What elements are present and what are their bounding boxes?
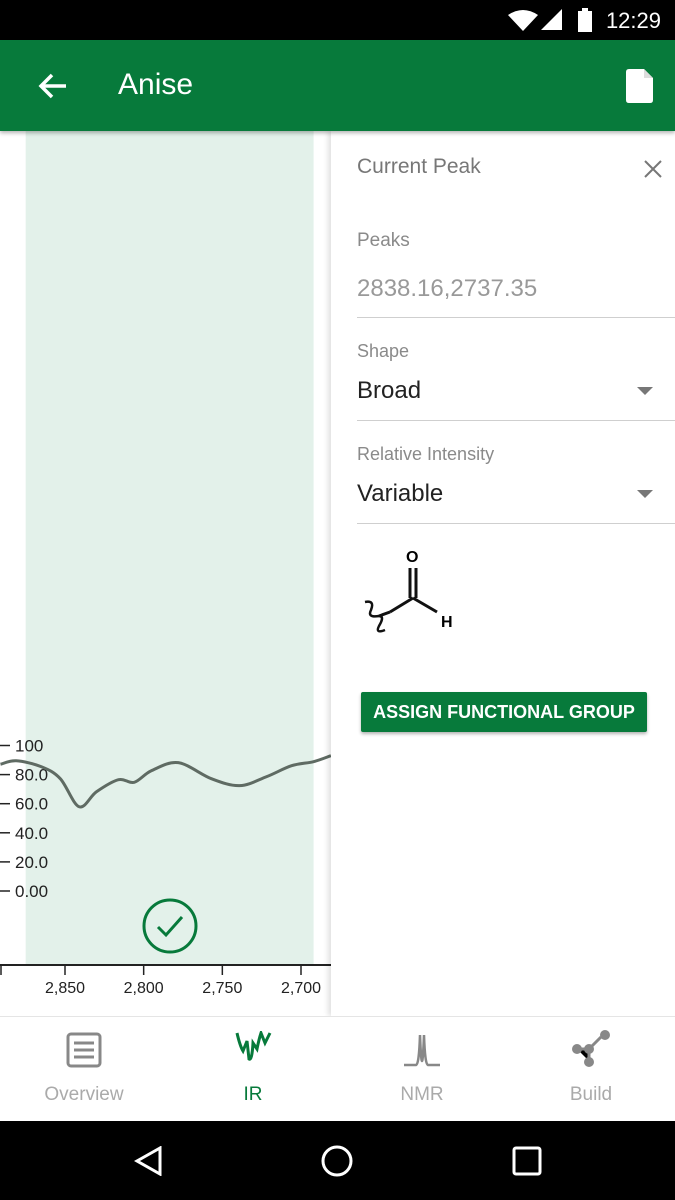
back-triangle-icon[interactable]: [134, 1146, 164, 1176]
clock: 12:29: [605, 8, 661, 33]
tab-build[interactable]: Build: [507, 1017, 675, 1122]
divider: [357, 317, 675, 318]
panel-header: Current Peak: [357, 155, 481, 178]
arrow-left-icon[interactable]: [38, 71, 68, 101]
document-icon[interactable]: [626, 69, 654, 103]
x-tick-label: 2,700: [281, 980, 321, 997]
highlight-region: [25, 131, 314, 965]
x-tick-label: 2,800: [124, 980, 164, 997]
page-title: Anise: [118, 68, 194, 101]
chevron-down-icon: [637, 490, 653, 498]
aldehyde-structure: O H: [364, 549, 453, 633]
home-circle-icon[interactable]: [320, 1144, 354, 1178]
assign-functional-group-button[interactable]: ASSIGN FUNCTIONAL GROUP: [361, 692, 647, 732]
chevron-down-icon: [637, 387, 653, 395]
signal-icon: [541, 9, 562, 30]
x-tick-label: 2,850: [45, 980, 85, 997]
list-document-icon: [66, 1032, 102, 1068]
molecule-build-icon: [572, 1030, 610, 1067]
y-tick-label: 0.00: [15, 882, 48, 901]
bottom-navigation: Overview IR NMR Build: [0, 1016, 675, 1121]
tab-label: Build: [569, 1084, 613, 1105]
ir-spectrum-icon: [235, 1031, 272, 1061]
shape-select[interactable]: Broad: [331, 371, 675, 421]
y-tick-label: 40.0: [15, 824, 48, 843]
divider: [357, 523, 675, 524]
tab-label: Overview: [44, 1084, 124, 1105]
ir-spectrum-chart[interactable]: 100 80.0 60.0 40.0 20.0 0.00 2,850 2,800 2,750 2,…: [0, 131, 332, 1016]
chart-canvas[interactable]: 10080.060.040.020.00.002,850 2,800 2,750 2,…: [0, 131, 332, 1016]
nmr-peak-icon: [404, 1034, 440, 1067]
shape-label: Shape: [357, 341, 410, 361]
peaks-label: Peaks: [357, 230, 410, 251]
x-tick-label: 2,750: [202, 980, 242, 997]
tab-overview[interactable]: Overview: [0, 1017, 168, 1122]
check-circle-icon[interactable]: [141, 897, 199, 955]
intensity-label: Relative Intensity: [357, 444, 495, 464]
y-tick-label: 60.0: [15, 795, 48, 814]
y-tick-label: 100: [15, 737, 43, 756]
app-bar: Anise: [0, 40, 675, 131]
tab-label: IR: [243, 1084, 263, 1105]
intensity-value: Variable: [357, 480, 444, 507]
divider: [357, 420, 675, 421]
current-peak-panel: Current Peak Peaks 2838.16,2737.35 Shape…: [331, 131, 675, 1016]
recents-square-icon[interactable]: [512, 1146, 542, 1176]
y-tick-label: 20.0: [15, 853, 48, 872]
tab-label: NMR: [400, 1084, 444, 1105]
battery-icon: [578, 8, 592, 32]
status-bar: 12:29: [0, 0, 675, 40]
tab-ir[interactable]: IR: [169, 1017, 337, 1122]
close-icon[interactable]: [644, 160, 662, 178]
system-navigation-bar: [0, 1121, 675, 1200]
atom-h: H: [441, 614, 453, 631]
wifi-icon: [508, 10, 538, 31]
tab-nmr[interactable]: NMR: [338, 1017, 506, 1122]
peaks-field[interactable]: 2838.16,2737.35: [357, 275, 537, 303]
shape-value: Broad: [357, 377, 422, 404]
intensity-select[interactable]: Variable: [331, 474, 675, 524]
atom-o: O: [406, 549, 418, 566]
